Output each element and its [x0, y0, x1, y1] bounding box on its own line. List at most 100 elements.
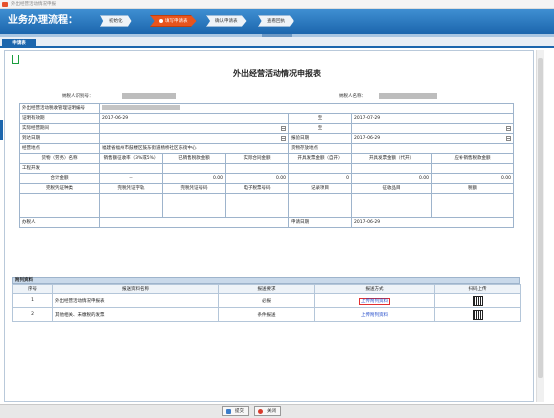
- col-header: 完税凭证号码: [162, 183, 226, 194]
- cert-no-value: [102, 105, 180, 110]
- close-button[interactable]: 关闭: [254, 406, 281, 416]
- step-fill-form[interactable]: 填写申请表: [150, 15, 197, 27]
- actual-period-label: 实际经营期间: [19, 123, 100, 134]
- goods-place-input[interactable]: [350, 143, 515, 154]
- cell-input[interactable]: [288, 163, 352, 174]
- cell-input[interactable]: [225, 163, 289, 174]
- total-cell: 0.00: [162, 173, 226, 184]
- period-end-input[interactable]: [350, 123, 515, 134]
- taxpayer-id-value: [122, 93, 176, 99]
- table-row: 2 其他相关、未缴税的发票 条件报送 上传附列资料: [12, 307, 521, 322]
- process-banner: 业务办理流程： 初始化 填写申请表 确认申请表 查看回执: [0, 9, 554, 34]
- table-row: 证明有效期 2017-06-29 至 2017-07-29: [19, 113, 515, 124]
- total-row: 合计金额 -- 0.00 0.00 0 0.00 0.00: [19, 173, 515, 184]
- declaration-table: 外出经营活动税收管理证明编号 证明有效期 2017-06-29 至 2017-0…: [19, 103, 515, 228]
- cell-input[interactable]: [225, 193, 289, 218]
- cell-input[interactable]: [430, 193, 515, 218]
- upload-link[interactable]: 上传附列资料: [361, 313, 388, 318]
- calendar-icon[interactable]: [281, 136, 286, 141]
- total-cell: 0.00: [351, 173, 432, 184]
- taxpayer-name-value: [379, 93, 437, 99]
- close-label: 关闭: [267, 409, 276, 414]
- col-header: 货物（劳务）名称: [19, 153, 100, 164]
- step-receipt[interactable]: 查看回执: [258, 15, 294, 27]
- col-header: 完税凭证种类: [19, 183, 100, 194]
- to-label: 至: [288, 113, 352, 124]
- cell-input[interactable]: [162, 163, 226, 174]
- col-header: 应补销售税款金额: [430, 153, 515, 164]
- side-marker: [0, 120, 3, 140]
- attachments-table: 序号 报送资料名称 报送要求 报送方式 扫码上传 1 外出经营活动情况申报表 必…: [12, 284, 521, 322]
- vertical-scrollbar[interactable]: [536, 50, 544, 402]
- col-header: 已销售税款金额: [162, 153, 226, 164]
- calendar-icon[interactable]: [506, 136, 512, 141]
- calendar-icon[interactable]: [281, 126, 286, 131]
- voucher-header-row: 完税凭证种类 完税凭证字轨 完税凭证号码 电子税票号码 记录项目 征收品目 税额: [19, 183, 515, 194]
- col-header: 开具发票金额（自开）: [288, 153, 352, 164]
- calendar-icon[interactable]: [506, 126, 512, 131]
- cell-input[interactable]: [351, 163, 432, 174]
- handler-input[interactable]: [99, 217, 289, 228]
- total-cell: 0.00: [225, 173, 289, 184]
- apply-date-label: 申请日期: [288, 217, 352, 228]
- table-row: [19, 193, 515, 218]
- window-titlebar: 外出经营活动情况申报: [0, 0, 554, 9]
- step-label: 查看回执: [267, 19, 285, 24]
- step-init[interactable]: 初始化: [100, 15, 132, 27]
- banner-title: 业务办理流程：: [8, 15, 78, 26]
- material-name: 外出经营活动情况申报表: [52, 293, 219, 308]
- row-number: 2: [12, 307, 53, 322]
- cell-input[interactable]: [288, 193, 352, 218]
- form-title: 外出经营活动情况申报表: [233, 69, 321, 78]
- submit-button[interactable]: 提交: [222, 406, 249, 416]
- place-value: 福建省福州市鼓楼区鼓东街道杨桥社区东街中心: [99, 143, 289, 154]
- project-label: 工程开发: [19, 163, 100, 174]
- report-date-input[interactable]: 2017-06-29: [350, 133, 515, 144]
- requirement: 必报: [218, 293, 315, 308]
- cell-input[interactable]: [19, 193, 100, 218]
- taxpayer-name-label: 纳税人名称：: [339, 94, 366, 99]
- submit-label: 提交: [235, 409, 244, 414]
- step-label: 确认申请表: [215, 19, 238, 24]
- table-row: 1 外出经营活动情况申报表 必报 上传附列资料: [12, 293, 521, 308]
- step-confirm[interactable]: 确认申请表: [206, 15, 247, 27]
- qr-code-icon[interactable]: [472, 309, 483, 320]
- total-label: 合计金额: [19, 173, 100, 184]
- report-date-label: 报验日期: [288, 133, 352, 144]
- row-number: 1: [12, 293, 53, 308]
- valid-to: 2017-07-29: [350, 113, 515, 124]
- col-header: 报送要求: [218, 284, 315, 294]
- cell-input[interactable]: [162, 193, 226, 218]
- tab-application-form[interactable]: 申请表: [2, 39, 36, 48]
- cell-input[interactable]: [351, 193, 432, 218]
- goods-place-label: 货物存放地点: [288, 143, 352, 154]
- window-title: 外出经营活动情况申报: [11, 2, 56, 7]
- scrollbar-thumb[interactable]: [538, 58, 543, 378]
- attachments-header: 附列资料: [12, 277, 520, 284]
- cell-input[interactable]: [430, 163, 515, 174]
- table-row: 到达日期 报验日期 2017-06-29: [19, 133, 515, 144]
- step-label: 填写申请表: [165, 19, 188, 24]
- total-cell: --: [99, 173, 163, 184]
- report-date-value: 2017-06-29: [354, 136, 381, 141]
- col-header: 税额: [430, 183, 515, 194]
- handler-label: 办税人: [19, 217, 100, 228]
- period-start-input[interactable]: [99, 123, 289, 134]
- upload-link[interactable]: 上传附列资料: [359, 297, 390, 305]
- cell-input[interactable]: [99, 163, 163, 174]
- col-header: 报送方式: [314, 284, 435, 294]
- total-cell: 0.00: [430, 173, 515, 184]
- arrival-date-input[interactable]: [99, 133, 289, 144]
- step-label: 初始化: [109, 19, 123, 24]
- to-label-2: 至: [288, 123, 352, 134]
- col-header: 征收品目: [351, 183, 432, 194]
- col-header: 扫码上传: [434, 284, 521, 294]
- step-indicator-icon: [159, 18, 163, 23]
- col-header: 完税凭证字轨: [99, 183, 163, 194]
- table-row: 经营地点 福建省福州市鼓楼区鼓东街道杨桥社区东街中心 货物存放地点: [19, 143, 515, 154]
- place-label: 经营地点: [19, 143, 100, 154]
- table-row: 办税人 申请日期 2017-06-29: [19, 217, 515, 228]
- cell-input[interactable]: [99, 193, 163, 218]
- qr-code-icon[interactable]: [472, 295, 483, 306]
- col-header: 序号: [12, 284, 53, 294]
